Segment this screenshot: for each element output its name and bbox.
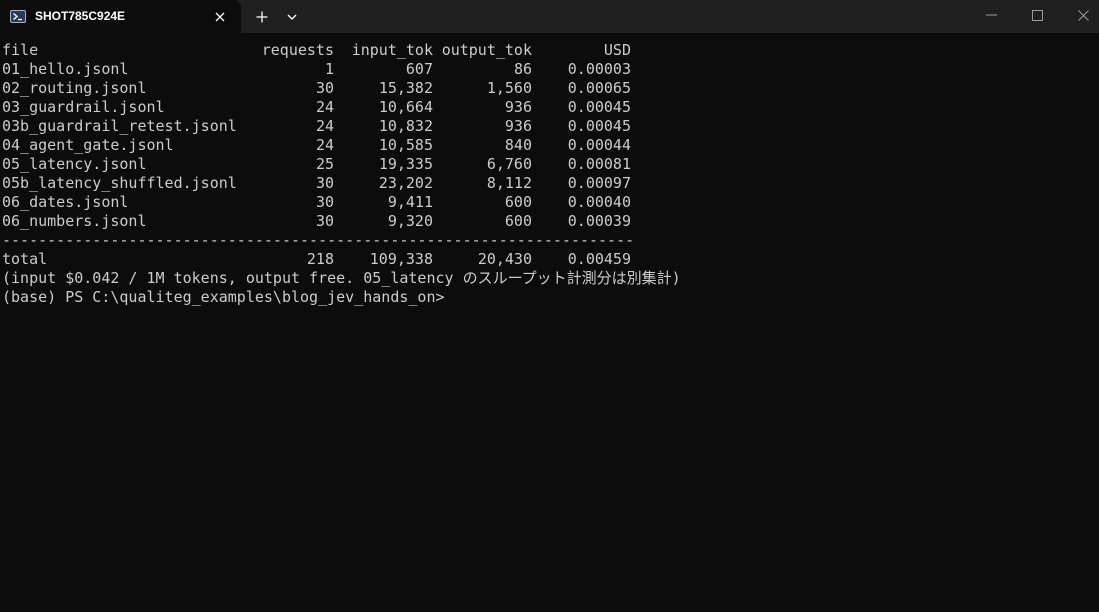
row-requests: 24: [315, 117, 334, 135]
total-input-tok: 109,338: [369, 250, 433, 268]
close-icon: [215, 12, 225, 22]
row-input-tok: 23,202: [378, 174, 433, 192]
row-file: 03_guardrail.jsonl: [2, 98, 165, 116]
pricing-note: (input $0.042 / 1M tokens, output free. …: [2, 269, 1099, 288]
tab-dropdown-button[interactable]: [279, 4, 305, 30]
row-usd: 0.00081: [567, 155, 631, 173]
row-file: 05_latency.jsonl: [2, 155, 147, 173]
row-usd: 0.00097: [567, 174, 631, 192]
powershell-icon: [10, 10, 26, 23]
close-window-button[interactable]: [1060, 0, 1099, 30]
table-row: 03_guardrail.jsonl 24 10,664 936 0.00045: [2, 98, 1099, 117]
pricing-note-text: (input $0.042 / 1M tokens, output free. …: [2, 269, 681, 287]
table-row: 03b_guardrail_retest.jsonl 24 10,832 936…: [2, 117, 1099, 136]
row-requests: 24: [315, 98, 334, 116]
row-output-tok: 6,760: [486, 155, 532, 173]
header-requests: requests: [261, 41, 334, 59]
title-bar: SHOT785C924E: [0, 0, 1099, 33]
row-file: 04_agent_gate.jsonl: [2, 136, 174, 154]
maximize-icon: [1031, 9, 1043, 21]
row-requests: 25: [315, 155, 334, 173]
row-output-tok: 86: [513, 60, 532, 78]
maximize-button[interactable]: [1014, 0, 1060, 30]
row-usd: 0.00039: [567, 212, 631, 230]
table-row: 05b_latency_shuffled.jsonl 30 23,202 8,1…: [2, 174, 1099, 193]
table-row: 05_latency.jsonl 25 19,335 6,760 0.00081: [2, 155, 1099, 174]
prompt-text: (base) PS C:\qualiteg_examples\blog_jev_…: [2, 288, 445, 306]
shell-prompt[interactable]: (base) PS C:\qualiteg_examples\blog_jev_…: [2, 288, 1099, 307]
row-file: 02_routing.jsonl: [2, 79, 147, 97]
close-icon: [1077, 9, 1089, 21]
tab-close-button[interactable]: [209, 6, 231, 28]
row-input-tok: 10,664: [378, 98, 433, 116]
total-label: total: [2, 250, 48, 268]
row-file: 06_dates.jsonl: [2, 193, 129, 211]
terminal-tab[interactable]: SHOT785C924E: [0, 0, 241, 33]
total-requests: 218: [306, 250, 334, 268]
terminal-output[interactable]: file requests input_tok output_tok USD 0…: [0, 33, 1099, 612]
row-input-tok: 9,411: [387, 193, 433, 211]
row-file: 06_numbers.jsonl: [2, 212, 147, 230]
row-output-tok: 936: [504, 98, 532, 116]
row-requests: 1: [324, 60, 334, 78]
row-input-tok: 15,382: [378, 79, 433, 97]
table-row: 01_hello.jsonl 1 607 86 0.00003: [2, 60, 1099, 79]
total-usd: 0.00459: [567, 250, 631, 268]
header-input-tok: input_tok: [351, 41, 433, 59]
table-total-row: total 218 109,338 20,430 0.00459: [2, 250, 1099, 269]
header-output-tok: output_tok: [441, 41, 532, 59]
row-output-tok: 1,560: [486, 79, 532, 97]
row-requests: 30: [315, 79, 334, 97]
separator-line: ----------------------------------------…: [2, 231, 632, 249]
row-input-tok: 10,832: [378, 117, 433, 135]
tab-title: SHOT785C924E: [35, 9, 126, 23]
chevron-down-icon: [287, 14, 297, 20]
plus-icon: [256, 11, 268, 23]
new-tab-button[interactable]: [249, 4, 275, 30]
table-row: 06_dates.jsonl 30 9,411 600 0.00040: [2, 193, 1099, 212]
row-usd: 0.00045: [567, 98, 631, 116]
row-output-tok: 8,112: [486, 174, 532, 192]
row-output-tok: 600: [504, 212, 532, 230]
row-input-tok: 607: [405, 60, 433, 78]
row-usd: 0.00044: [567, 136, 631, 154]
row-requests: 30: [315, 212, 334, 230]
header-usd: USD: [603, 41, 631, 59]
row-usd: 0.00065: [567, 79, 631, 97]
minimize-icon: [985, 14, 997, 16]
row-requests: 30: [315, 193, 334, 211]
table-row: 02_routing.jsonl 30 15,382 1,560 0.00065: [2, 79, 1099, 98]
minimize-button[interactable]: [968, 0, 1014, 30]
row-usd: 0.00003: [567, 60, 631, 78]
row-usd: 0.00045: [567, 117, 631, 135]
row-output-tok: 840: [504, 136, 532, 154]
table-separator: ----------------------------------------…: [2, 231, 1099, 250]
row-output-tok: 936: [504, 117, 532, 135]
row-output-tok: 600: [504, 193, 532, 211]
row-file: 05b_latency_shuffled.jsonl: [2, 174, 237, 192]
header-file: file: [2, 41, 39, 59]
row-input-tok: 9,320: [387, 212, 433, 230]
row-input-tok: 19,335: [378, 155, 433, 173]
row-input-tok: 10,585: [378, 136, 433, 154]
table-row: 06_numbers.jsonl 30 9,320 600 0.00039: [2, 212, 1099, 231]
row-file: 03b_guardrail_retest.jsonl: [2, 117, 237, 135]
row-requests: 30: [315, 174, 334, 192]
row-usd: 0.00040: [567, 193, 631, 211]
total-output-tok: 20,430: [477, 250, 532, 268]
row-file: 01_hello.jsonl: [2, 60, 129, 78]
row-requests: 24: [315, 136, 334, 154]
table-row: 04_agent_gate.jsonl 24 10,585 840 0.0004…: [2, 136, 1099, 155]
table-header-row: file requests input_tok output_tok USD: [2, 41, 1099, 60]
